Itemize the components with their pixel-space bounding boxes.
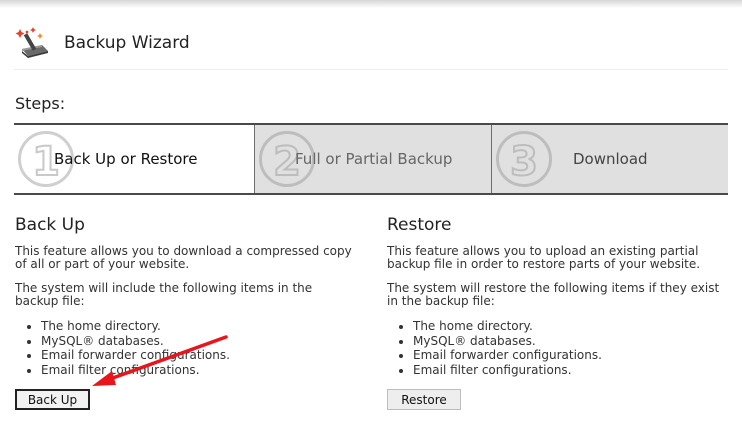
backup-panel: Back Up This feature allows you to downl… <box>15 215 355 377</box>
top-shadow <box>0 0 742 8</box>
steps-progress: 1 Back Up or Restore 2 Full or Partial B… <box>14 123 728 195</box>
list-item: Email forwarder configurations. <box>413 348 727 363</box>
restore-include-text: The system will restore the following it… <box>387 281 720 308</box>
list-item: The home directory. <box>41 319 355 334</box>
restore-items-list: The home directory. MySQL® databases. Em… <box>413 319 727 377</box>
list-item: Email filter configurations. <box>413 363 727 378</box>
backup-include-text: The system will include the following it… <box>15 281 313 308</box>
step-label: Full or Partial Backup <box>295 150 453 168</box>
page-title: Backup Wizard <box>64 33 190 53</box>
restore-description: This feature allows you to upload an exi… <box>387 244 701 271</box>
restore-heading: Restore <box>387 215 452 235</box>
list-item: MySQL® databases. <box>41 334 355 349</box>
page-header: Backup Wizard <box>14 25 190 61</box>
list-item: Email forwarder configurations. <box>41 348 355 363</box>
step-download: 3 Download <box>491 125 728 193</box>
list-item: MySQL® databases. <box>413 334 727 349</box>
step-back-up-or-restore: 1 Back Up or Restore <box>14 125 254 193</box>
backup-description: This feature allows you to download a co… <box>15 244 352 271</box>
back-up-button[interactable]: Back Up <box>15 389 90 410</box>
step-number: 3 <box>509 138 539 186</box>
backup-items-list: The home directory. MySQL® databases. Em… <box>41 319 355 377</box>
list-item: Email filter configurations. <box>41 363 355 378</box>
backup-heading: Back Up <box>15 215 85 235</box>
header-divider <box>14 69 728 70</box>
list-item: The home directory. <box>413 319 727 334</box>
step-full-or-partial-backup: 2 Full or Partial Backup <box>254 125 491 193</box>
restore-panel: Restore This feature allows you to uploa… <box>387 215 727 377</box>
steps-label: Steps: <box>15 94 66 113</box>
step-label: Back Up or Restore <box>54 150 198 168</box>
backup-wizard-icon <box>14 25 54 61</box>
step-label: Download <box>573 150 648 168</box>
restore-button[interactable]: Restore <box>387 389 461 410</box>
